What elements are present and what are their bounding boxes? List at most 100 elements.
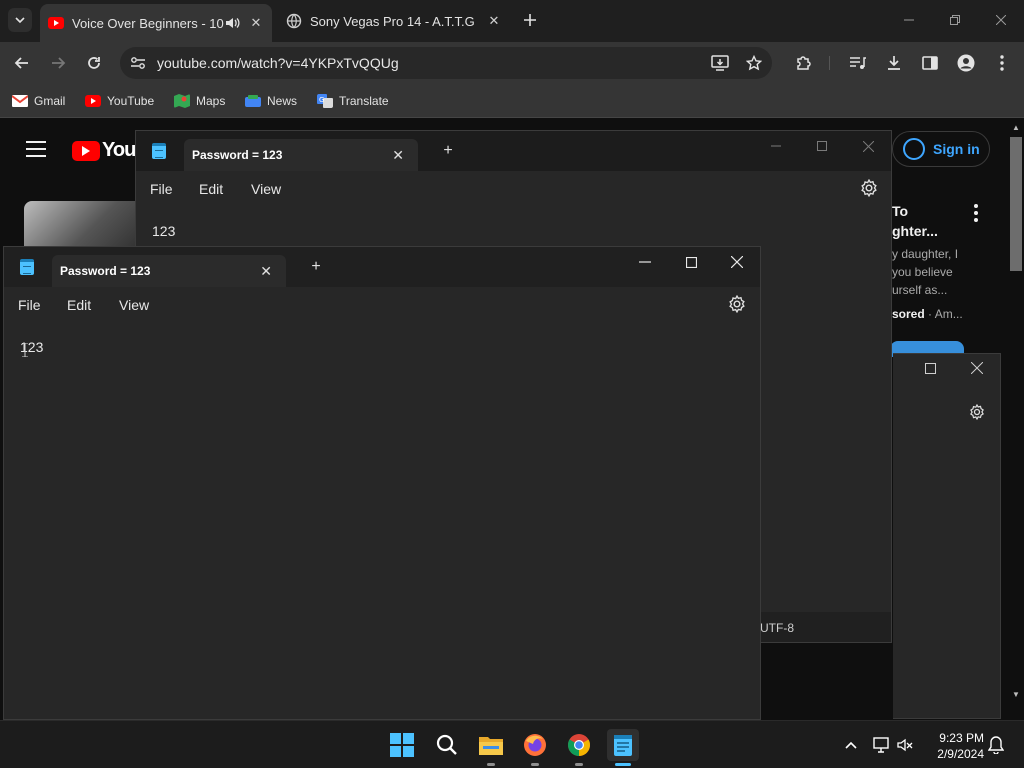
reload-button[interactable] <box>82 51 106 75</box>
notepad-taskbar-button[interactable] <box>607 729 639 766</box>
encoding-status[interactable]: UTF-8 <box>760 621 794 635</box>
chrome-menu-button[interactable] <box>990 51 1014 75</box>
minimize-icon <box>771 145 781 147</box>
bookmark-star-button[interactable] <box>744 53 764 73</box>
bookmark-gmail[interactable]: Gmail <box>12 92 65 110</box>
youtube-icon <box>85 95 101 107</box>
close-icon <box>731 256 743 268</box>
hamburger-menu-icon[interactable] <box>26 141 46 157</box>
settings-gear-icon[interactable] <box>860 179 878 197</box>
reload-icon <box>88 57 100 69</box>
translate-icon: G <box>317 94 333 108</box>
restore-button[interactable] <box>932 0 978 40</box>
bookmark-translate[interactable]: G Translate <box>317 92 389 110</box>
bookmark-youtube[interactable]: YouTube <box>85 92 154 110</box>
scroll-up-arrow-icon[interactable]: ▲ <box>1011 123 1021 133</box>
close-window-button[interactable] <box>714 247 760 277</box>
minimize-button[interactable] <box>886 0 932 40</box>
chrome-button[interactable] <box>563 729 595 766</box>
side-panel-icon <box>922 56 938 70</box>
maximize-button[interactable] <box>668 247 714 277</box>
notifications-button[interactable] <box>984 729 1008 761</box>
new-tab-button[interactable] <box>520 10 540 30</box>
address-bar[interactable]: youtube.com/watch?v=4YKPxTvQQUg <box>120 47 772 79</box>
install-app-button[interactable] <box>710 53 730 73</box>
side-panel-button[interactable] <box>918 51 942 75</box>
ad-title[interactable]: To ghter... <box>892 201 938 241</box>
site-info-button[interactable] <box>128 53 148 73</box>
speaker-icon[interactable] <box>224 16 240 30</box>
close-tab-icon[interactable]: ✕ <box>260 263 272 280</box>
close-icon[interactable] <box>970 361 985 376</box>
menu-view[interactable]: View <box>251 181 281 197</box>
new-tab-plus-icon[interactable]: + <box>440 143 456 159</box>
search-button[interactable] <box>431 729 463 761</box>
close-window-button[interactable] <box>845 131 891 161</box>
menu-edit[interactable]: Edit <box>67 297 91 313</box>
account-icon <box>957 54 975 72</box>
chevron-up-icon <box>845 741 857 749</box>
firefox-button[interactable] <box>519 729 551 766</box>
start-button[interactable] <box>386 729 418 761</box>
more-vertical-icon <box>1000 55 1004 71</box>
extensions-button[interactable] <box>792 51 816 75</box>
minimize-icon <box>639 261 651 263</box>
close-tab-icon[interactable]: ✕ <box>248 15 264 31</box>
text-editor[interactable]: 123 <box>152 223 175 239</box>
ad-title-line: To <box>892 203 909 219</box>
notepad-window-third <box>893 353 1001 719</box>
close-tab-icon[interactable]: ✕ <box>392 147 404 164</box>
close-window-button[interactable] <box>978 0 1024 40</box>
forward-button[interactable] <box>46 51 70 75</box>
ad-text-line: y daughter, I <box>892 247 959 261</box>
maximize-icon[interactable] <box>925 362 939 376</box>
page-scrollbar[interactable]: ▲ ▼ <box>1008 119 1024 718</box>
maximize-icon <box>685 256 697 268</box>
windows-logo-icon <box>390 733 414 757</box>
menu-view[interactable]: View <box>119 297 149 313</box>
sign-in-button[interactable]: Sign in <box>892 131 990 167</box>
more-vertical-icon[interactable] <box>970 203 982 223</box>
menu-file[interactable]: File <box>150 181 173 197</box>
window-controls <box>622 247 760 277</box>
bookmark-news[interactable]: News <box>245 92 297 110</box>
downloads-button[interactable] <box>882 51 906 75</box>
bookmark-maps[interactable]: Maps <box>174 92 225 110</box>
minimize-button[interactable] <box>622 247 668 277</box>
star-icon <box>746 55 762 71</box>
sponsored-label: sored <box>892 307 925 321</box>
menu-file[interactable]: File <box>18 297 41 313</box>
tab-search-button[interactable] <box>8 8 32 32</box>
show-hidden-icons-button[interactable] <box>836 729 866 761</box>
profile-button[interactable] <box>954 51 978 75</box>
settings-gear-icon[interactable] <box>969 403 985 425</box>
settings-gear-icon[interactable] <box>728 295 746 313</box>
chrome-tabstrip: Voice Over Beginners - 10 S ✕ Sony Vegas… <box>0 0 1024 42</box>
media-controls-button[interactable] <box>846 51 870 75</box>
notepad-tab[interactable]: Password = 123 ✕ <box>52 255 286 287</box>
search-icon <box>436 734 457 755</box>
globe-icon <box>286 13 302 29</box>
new-tab-plus-icon[interactable]: + <box>308 259 324 275</box>
maximize-button[interactable] <box>799 131 845 161</box>
close-tab-icon[interactable]: ✕ <box>486 13 502 29</box>
download-icon <box>888 56 900 70</box>
scroll-down-arrow-icon[interactable]: ▼ <box>1011 690 1021 700</box>
titlebar: Password = 123 ✕ + <box>4 247 760 287</box>
back-button[interactable] <box>10 51 34 75</box>
notepad-icon <box>20 259 34 275</box>
bookmark-label: News <box>267 94 298 108</box>
file-explorer-button[interactable] <box>475 729 507 766</box>
tune-icon <box>131 57 145 69</box>
ad-title-line: ghter... <box>892 223 938 239</box>
tab-voice-over[interactable]: Voice Over Beginners - 10 S ✕ <box>40 4 272 42</box>
running-indicator <box>487 763 495 766</box>
menu-edit[interactable]: Edit <box>199 181 223 197</box>
scrollbar-thumb[interactable] <box>1010 137 1022 271</box>
network-volume-button[interactable] <box>870 729 916 761</box>
minimize-button[interactable] <box>753 131 799 161</box>
tab-sony-vegas[interactable]: Sony Vegas Pro 14 - A.T.T.G ✕ <box>278 6 510 36</box>
notepad-tab[interactable]: Password = 123 ✕ <box>184 139 418 171</box>
menu-bar: File Edit View <box>4 287 760 321</box>
clock[interactable]: 9:23 PM 2/9/2024 <box>930 730 984 762</box>
